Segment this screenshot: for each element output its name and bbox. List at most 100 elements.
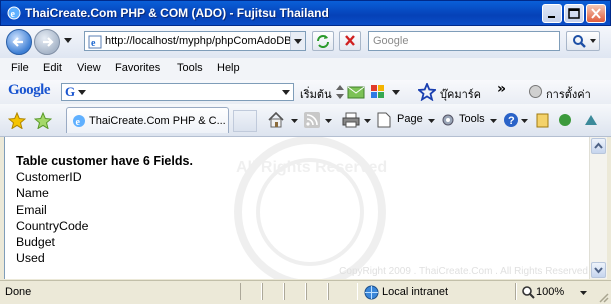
add-favorites-icon[interactable] xyxy=(34,112,52,129)
chevron-down-icon[interactable] xyxy=(325,119,332,124)
address-text: http://localhost/myphp/phpComAdoDB xyxy=(105,35,292,47)
google-toolbar: Google G เริ่มต้น บุ๊คมาร์ค » การตั้งค่า xyxy=(0,80,611,105)
scroll-up-button[interactable] xyxy=(591,138,606,154)
page-menu-icon[interactable] xyxy=(377,112,391,128)
research-icon[interactable] xyxy=(535,111,551,129)
search-icon xyxy=(573,35,596,48)
address-field[interactable]: e http://localhost/myphp/phpComAdoDB xyxy=(84,31,306,51)
field-item: CountryCode xyxy=(16,218,89,233)
address-toolbar: e http://localhost/myphp/phpComAdoDB Goo… xyxy=(0,26,611,59)
search-input[interactable]: Google xyxy=(368,31,560,51)
stop-icon xyxy=(345,35,355,46)
chevron-down-icon[interactable] xyxy=(490,119,497,124)
resize-grip-icon[interactable] xyxy=(597,291,609,303)
status-text: Done xyxy=(5,286,32,298)
vertical-scrollbar[interactable] xyxy=(589,137,607,279)
close-button[interactable] xyxy=(586,4,606,23)
maximize-icon xyxy=(568,8,580,19)
home-icon[interactable] xyxy=(267,111,285,128)
print-icon[interactable] xyxy=(342,112,360,128)
status-pane xyxy=(515,283,517,300)
address-dropdown[interactable] xyxy=(290,32,305,50)
svg-text:e: e xyxy=(91,38,96,49)
chevron-down-icon[interactable] xyxy=(291,119,298,124)
more-chevron-icon[interactable]: » xyxy=(497,81,506,97)
status-pane xyxy=(284,283,306,300)
field-list: Table customer have 6 Fields. CustomerID… xyxy=(16,153,193,266)
svg-text:?: ? xyxy=(508,115,515,127)
star-outline-icon[interactable] xyxy=(418,83,436,101)
google-start-button[interactable]: เริ่มต้น xyxy=(300,85,332,103)
intranet-globe-icon xyxy=(364,285,379,300)
field-item: CustomerID xyxy=(16,170,82,185)
status-pane xyxy=(240,283,262,300)
menu-view[interactable]: View xyxy=(77,62,101,74)
toolbar-puzzle-icon[interactable] xyxy=(369,83,387,101)
back-arrow-icon xyxy=(12,37,23,47)
ie-page-icon: e xyxy=(73,115,85,128)
google-logo: Google xyxy=(8,82,51,98)
chevron-down-icon xyxy=(594,267,603,274)
google-bookmarks-button[interactable]: บุ๊คมาร์ค xyxy=(440,85,481,103)
search-button[interactable] xyxy=(566,31,600,51)
watermark-seal: All Rights Reserved xyxy=(234,137,387,279)
menu-help[interactable]: Help xyxy=(217,62,240,74)
google-settings-button[interactable]: การตั้งค่า xyxy=(546,85,591,103)
svg-text:e: e xyxy=(11,9,16,20)
menu-edit[interactable]: Edit xyxy=(43,62,62,74)
new-tab-button[interactable] xyxy=(233,110,257,132)
tab-bar: e ThaiCreate.Com PHP & C... Page Tools ? xyxy=(0,104,611,137)
refresh-button[interactable] xyxy=(312,31,334,51)
tab-active[interactable]: e ThaiCreate.Com PHP & C... xyxy=(66,107,229,133)
chevron-down-icon[interactable] xyxy=(364,119,371,124)
chevron-down-icon[interactable] xyxy=(428,119,435,124)
minimize-button[interactable] xyxy=(542,4,562,23)
security-zone[interactable]: Local intranet xyxy=(382,286,448,298)
copyright-watermark: CopyRight 2009 . ThaiCreate.Com . All Ri… xyxy=(339,266,588,277)
settings-circle-icon[interactable] xyxy=(528,84,543,99)
scroll-down-button[interactable] xyxy=(591,262,606,278)
addon-icon[interactable] xyxy=(582,111,600,129)
title-bar: e ThaiCreate.Com PHP & COM (ADO) - Fujit… xyxy=(0,0,611,26)
search-placeholder: Google xyxy=(373,35,409,47)
feeds-icon[interactable] xyxy=(304,112,320,128)
arrows-icon xyxy=(336,85,344,99)
minimize-icon xyxy=(548,16,555,18)
back-button[interactable] xyxy=(6,29,32,55)
tools-gear-icon[interactable] xyxy=(440,112,456,128)
field-item: Name xyxy=(16,186,49,201)
chevron-down-icon xyxy=(294,39,302,44)
field-item: Used xyxy=(16,251,45,266)
chevron-down-icon[interactable] xyxy=(580,291,587,296)
mail-icon[interactable] xyxy=(347,84,365,100)
chevron-down-icon[interactable] xyxy=(521,119,528,124)
field-item: Budget xyxy=(16,235,55,250)
help-icon[interactable]: ? xyxy=(503,112,519,128)
close-icon xyxy=(591,8,601,19)
menu-favorites[interactable]: Favorites xyxy=(115,62,160,74)
status-pane xyxy=(262,283,284,300)
field-item: Email xyxy=(16,202,47,217)
maximize-button[interactable] xyxy=(564,4,584,23)
tab-label: ThaiCreate.Com PHP & C... xyxy=(89,115,226,127)
chevron-down-icon[interactable] xyxy=(78,90,86,96)
google-search-input[interactable]: G xyxy=(61,83,294,101)
page-icon: e xyxy=(88,35,102,49)
chevron-down-icon[interactable] xyxy=(392,90,400,96)
favorites-star-icon[interactable] xyxy=(8,112,26,129)
menu-bar: File Edit View Favorites Tools Help xyxy=(0,58,611,81)
zoom-icon xyxy=(522,286,535,299)
page-content: All Rights Reserved Table customer have … xyxy=(4,137,590,279)
page-menu-button[interactable]: Page xyxy=(397,113,423,125)
menu-tools[interactable]: Tools xyxy=(177,62,203,74)
zoom-level[interactable]: 100% xyxy=(536,286,564,298)
menu-file[interactable]: File xyxy=(11,62,29,74)
status-pane xyxy=(328,283,358,300)
history-dropdown-icon[interactable] xyxy=(64,38,72,44)
messenger-icon[interactable] xyxy=(557,111,573,129)
chevron-down-icon[interactable] xyxy=(282,90,290,96)
stop-button[interactable] xyxy=(339,31,361,51)
forward-button[interactable] xyxy=(34,29,60,55)
tools-menu-button[interactable]: Tools xyxy=(459,113,485,125)
forward-arrow-icon xyxy=(43,37,54,47)
